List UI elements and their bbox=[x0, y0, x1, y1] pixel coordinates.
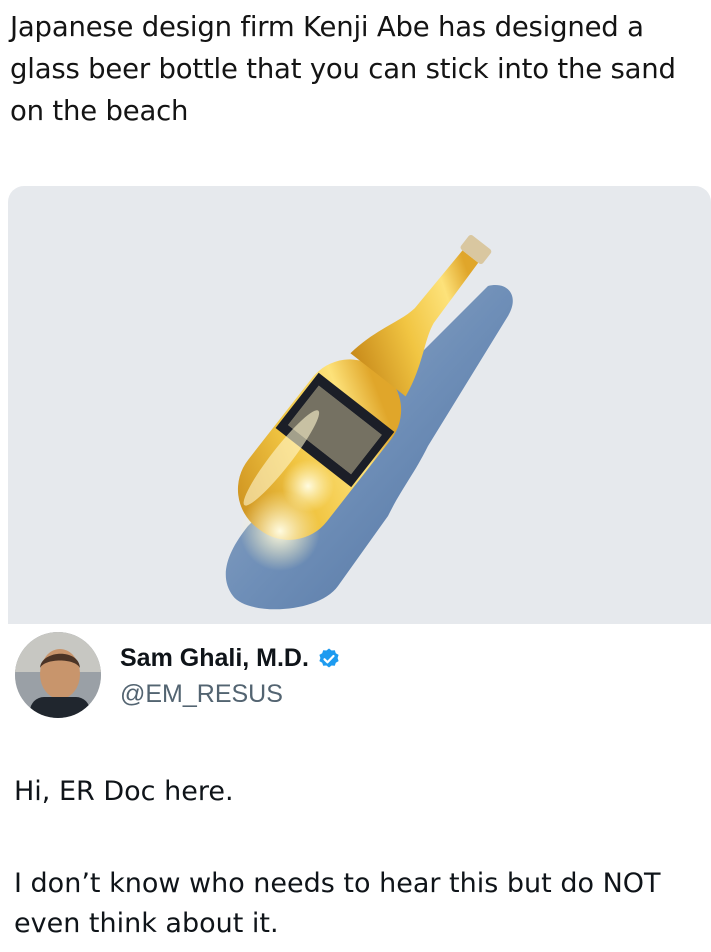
author-handle[interactable]: @EM_RESUS bbox=[120, 680, 283, 709]
beer-bottle-image bbox=[225, 234, 513, 610]
reply-text-line-2: I don’t know who needs to hear this but … bbox=[14, 868, 661, 939]
reply-text-line-1: Hi, ER Doc here. bbox=[14, 776, 234, 807]
verified-badge-icon bbox=[319, 648, 339, 667]
post-text: Japanese design firm Kenji Abe has desig… bbox=[10, 11, 676, 127]
post-image[interactable] bbox=[8, 186, 711, 624]
avatar[interactable] bbox=[15, 632, 101, 718]
author-name[interactable]: Sam Ghali, M.D. bbox=[120, 644, 309, 673]
reply-tweet[interactable]: Sam Ghali, M.D. @EM_RESUS Hi, ER Doc her… bbox=[0, 624, 711, 952]
